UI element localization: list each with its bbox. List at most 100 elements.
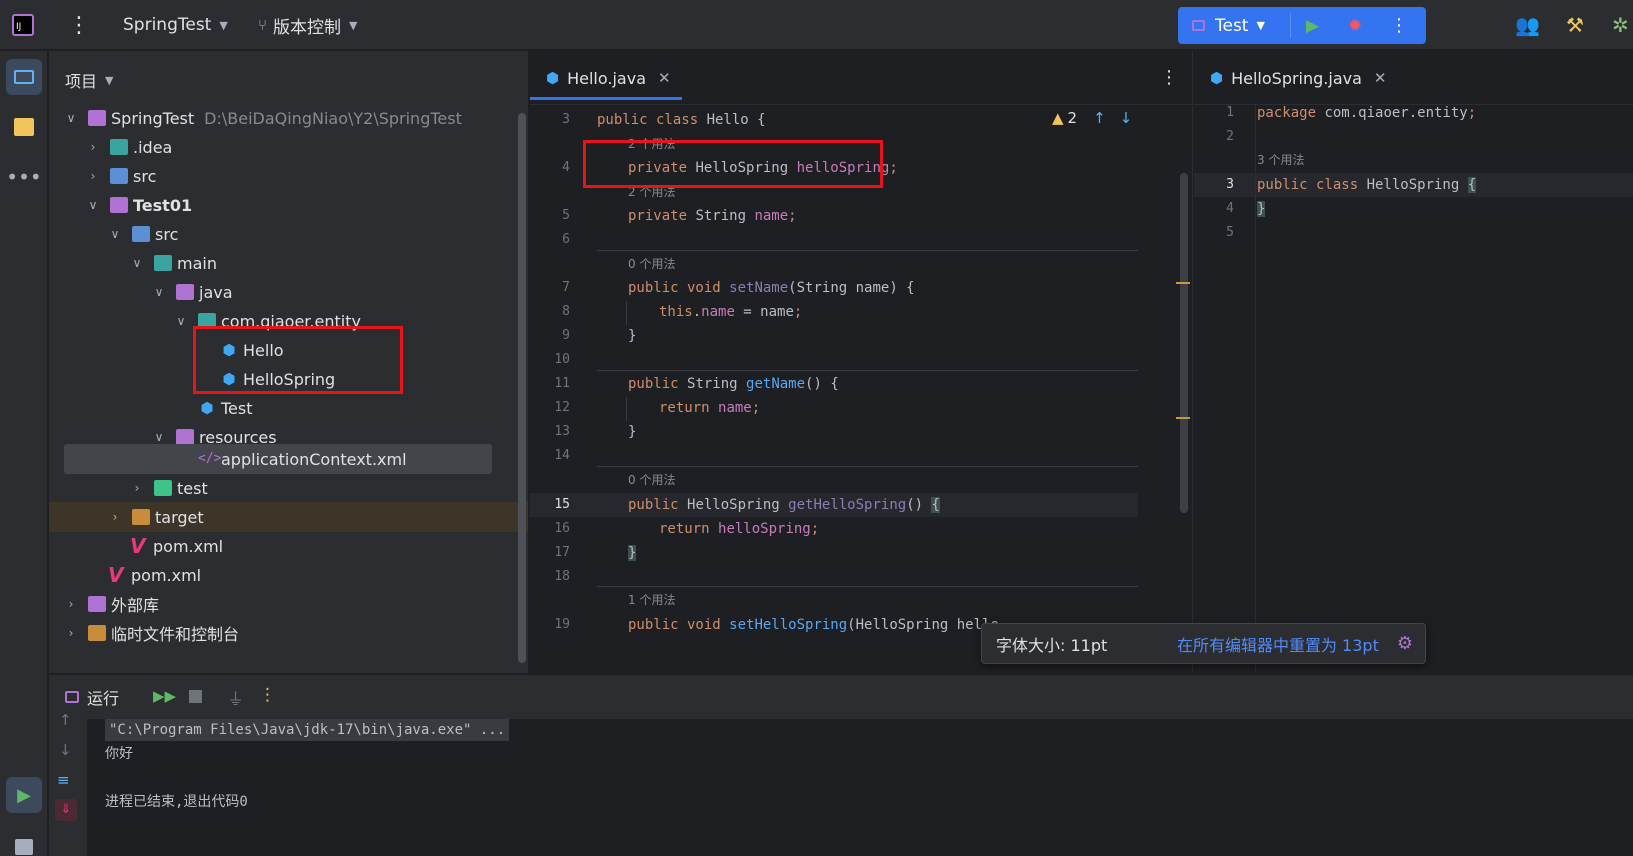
code-line[interactable]: }: [1257, 197, 1266, 221]
inspection-widget[interactable]: ▲ 2 ↑ ↓: [1052, 109, 1132, 127]
tree-item-pom-outer[interactable]: V pom.xml: [108, 560, 201, 590]
method-separator: [597, 370, 1138, 371]
console-output[interactable]: "C:\Program Files\Java\jdk-17\bin\java.e…: [87, 719, 1633, 856]
tree-item-target[interactable]: › target: [108, 502, 204, 532]
more-actions-icon[interactable]: ⋮: [1160, 67, 1178, 88]
code-line[interactable]: public class Hello {: [597, 108, 766, 132]
indent-guide: [626, 397, 627, 421]
code-line[interactable]: this.name = name;: [659, 300, 802, 324]
terminal-tool-icon[interactable]: [6, 829, 42, 856]
structure-tool-icon[interactable]: [6, 109, 42, 145]
tree-item-java[interactable]: ∨ java: [152, 277, 233, 307]
font-size-popup: 字体大小: 11pt 在所有编辑器中重置为 13pt ⚙: [981, 623, 1426, 664]
more-actions-icon[interactable]: ⋮: [1390, 7, 1408, 44]
warning-stripe[interactable]: [1176, 417, 1190, 419]
scroll-down-icon[interactable]: ↓: [59, 741, 72, 759]
code-line[interactable]: return name;: [659, 396, 760, 420]
tree-item-test01[interactable]: ∨ Test01: [86, 190, 192, 220]
project-switcher[interactable]: SpringTest ▼: [123, 0, 228, 50]
ai-assistant-icon[interactable]: ✲: [1612, 0, 1629, 50]
rerun-icon[interactable]: ▶▶: [153, 687, 176, 705]
chevron-down-icon[interactable]: ∨: [108, 227, 122, 241]
run-tool-icon[interactable]: ▶: [6, 777, 42, 813]
scrollbar[interactable]: [518, 113, 526, 663]
run-config-selector[interactable]: Test ▼: [1192, 7, 1265, 44]
warning-stripe[interactable]: [1176, 282, 1190, 284]
run-config-name: Test: [1215, 15, 1249, 36]
chevron-right-icon[interactable]: ›: [108, 510, 122, 524]
code-line[interactable]: package com.qiaoer.entity;: [1257, 101, 1476, 125]
chevron-right-icon[interactable]: ›: [86, 140, 100, 154]
tree-item-idea[interactable]: › .idea: [86, 132, 173, 162]
line-number: 3: [1226, 177, 1234, 192]
reset-font-link[interactable]: 在所有编辑器中重置为 13pt: [1177, 632, 1379, 656]
code-line[interactable]: return helloSpring;: [659, 517, 819, 541]
soft-wrap-icon[interactable]: ≡: [57, 771, 70, 789]
usage-hint[interactable]: 3 个用法: [1257, 150, 1304, 170]
tab-hellospring-java[interactable]: ⬢ HelloSpring.java ✕: [1210, 51, 1386, 105]
code-line[interactable]: }: [628, 420, 636, 444]
scroll-to-end-icon[interactable]: ⇓: [55, 799, 77, 821]
tree-item-test-folder[interactable]: › test: [130, 473, 208, 503]
tree-item-src[interactable]: ∨ src: [108, 219, 179, 249]
scrollbar[interactable]: [1180, 173, 1188, 513]
scroll-up-icon[interactable]: ↑: [59, 711, 72, 729]
tree-item-test-class[interactable]: ⬢ Test: [198, 393, 252, 423]
tree-item-springtest[interactable]: ∨ SpringTest D:\BeiDaQingNiao\Y2\SpringT…: [64, 103, 462, 133]
close-icon[interactable]: ✕: [658, 69, 671, 87]
app-logo-icon[interactable]: IJ: [12, 0, 34, 50]
line-number: 16: [554, 521, 570, 536]
gear-icon[interactable]: ⚙: [1397, 633, 1413, 654]
tree-item-pom-inner[interactable]: V pom.xml: [130, 531, 223, 561]
code-line[interactable]: public String getName() {: [628, 372, 839, 396]
chevron-down-icon[interactable]: ∨: [130, 256, 144, 270]
tree-item-main[interactable]: ∨ main: [130, 248, 217, 278]
code-line[interactable]: public class HelloSpring {: [1257, 173, 1477, 197]
chevron-down-icon[interactable]: ∨: [152, 285, 166, 299]
tree-label: .idea: [133, 137, 173, 157]
code-line[interactable]: public HelloSpring getHelloSpring() {: [628, 493, 940, 517]
project-tool-icon[interactable]: [6, 59, 42, 95]
tree-item-src[interactable]: › src: [86, 161, 157, 191]
vcs-widget[interactable]: ⑂ 版本控制 ▼: [258, 0, 357, 50]
usage-hint[interactable]: 0 个用法: [628, 254, 675, 274]
line-number: 14: [554, 448, 570, 463]
tree-item-external-libs[interactable]: › 外部库: [64, 589, 159, 619]
previous-highlight-icon[interactable]: ↑: [1093, 109, 1106, 127]
chevron-down-icon[interactable]: ∨: [152, 430, 166, 444]
usage-hint[interactable]: 0 个用法: [628, 470, 675, 490]
code-with-me-icon[interactable]: 👥: [1515, 0, 1540, 50]
more-tools-icon[interactable]: •••: [6, 159, 42, 195]
gutter-border: [1255, 105, 1256, 673]
code-line[interactable]: public void setHelloSpring(HelloSpring h…: [628, 613, 999, 637]
stop-icon[interactable]: [189, 690, 202, 703]
run-icon[interactable]: ▶: [1306, 7, 1319, 44]
build-tools-icon[interactable]: ⚒: [1566, 0, 1584, 50]
debug-icon[interactable]: ✹: [1348, 7, 1362, 44]
folder-icon: [154, 255, 172, 271]
next-highlight-icon[interactable]: ↓: [1120, 109, 1133, 127]
tree-item-applicationcontext[interactable]: </> applicationContext.xml: [198, 444, 407, 474]
chevron-down-icon[interactable]: ∨: [86, 198, 100, 212]
run-tab[interactable]: 运行: [65, 675, 119, 719]
code-line[interactable]: }: [628, 324, 636, 348]
console-line: 你好: [105, 746, 133, 762]
main-menu-icon[interactable]: ⋮: [68, 0, 90, 50]
chevron-right-icon[interactable]: ›: [86, 169, 100, 183]
tree-item-scratches[interactable]: › 临时文件和控制台: [64, 618, 239, 648]
usage-hint[interactable]: 1 个用法: [628, 590, 675, 610]
project-view-selector[interactable]: 项目 ▼: [65, 68, 113, 92]
chevron-down-icon[interactable]: ∨: [174, 314, 188, 328]
code-line[interactable]: private String name;: [628, 204, 797, 228]
line-number: 13: [554, 424, 570, 439]
code-line[interactable]: }: [628, 541, 637, 565]
close-icon[interactable]: ✕: [1374, 69, 1387, 87]
module-folder-icon: [110, 197, 128, 213]
more-actions-icon[interactable]: ⋮: [259, 685, 276, 705]
chevron-right-icon[interactable]: ›: [64, 626, 78, 640]
code-line[interactable]: public void setName(String name) {: [628, 276, 915, 300]
chevron-right-icon[interactable]: ›: [130, 481, 144, 495]
chevron-right-icon[interactable]: ›: [64, 597, 78, 611]
attach-icon[interactable]: ⏚: [227, 685, 244, 710]
chevron-down-icon[interactable]: ∨: [64, 111, 78, 125]
